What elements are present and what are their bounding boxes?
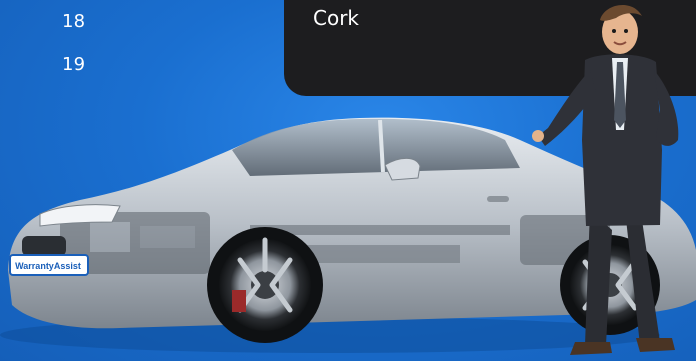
man-left-leg (585, 210, 612, 345)
man-right-eye (624, 29, 628, 33)
man-left-eye (612, 29, 616, 33)
man-illustration (532, 4, 679, 355)
man-right-leg (625, 210, 660, 345)
man-right-shoe (636, 338, 675, 352)
man-left-shoe (570, 342, 612, 355)
hero-banner: 18 19 Cork WarrantyAssist (0, 0, 696, 361)
man-left-hand (532, 130, 544, 142)
